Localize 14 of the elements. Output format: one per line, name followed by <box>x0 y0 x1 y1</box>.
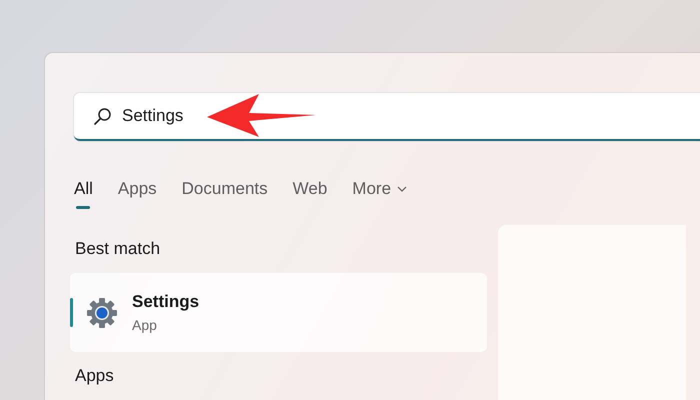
result-type: App <box>132 317 158 333</box>
filter-tab[interactable]: Documents <box>182 173 268 209</box>
filter-tab[interactable]: Apps <box>118 173 157 209</box>
gear-icon <box>86 296 118 328</box>
search-result-item[interactable]: Settings App <box>70 273 487 352</box>
section-heading: Best match <box>75 239 160 259</box>
filter-tab[interactable]: All <box>74 173 93 209</box>
search-field[interactable]: Settings <box>74 93 700 141</box>
result-title: Settings <box>132 292 200 312</box>
filter-tab[interactable]: More <box>352 173 408 209</box>
filter-tab[interactable]: Web <box>292 173 328 209</box>
chevron-down-icon <box>397 186 408 192</box>
section-heading: Apps <box>75 366 114 386</box>
search-icon <box>93 107 112 126</box>
